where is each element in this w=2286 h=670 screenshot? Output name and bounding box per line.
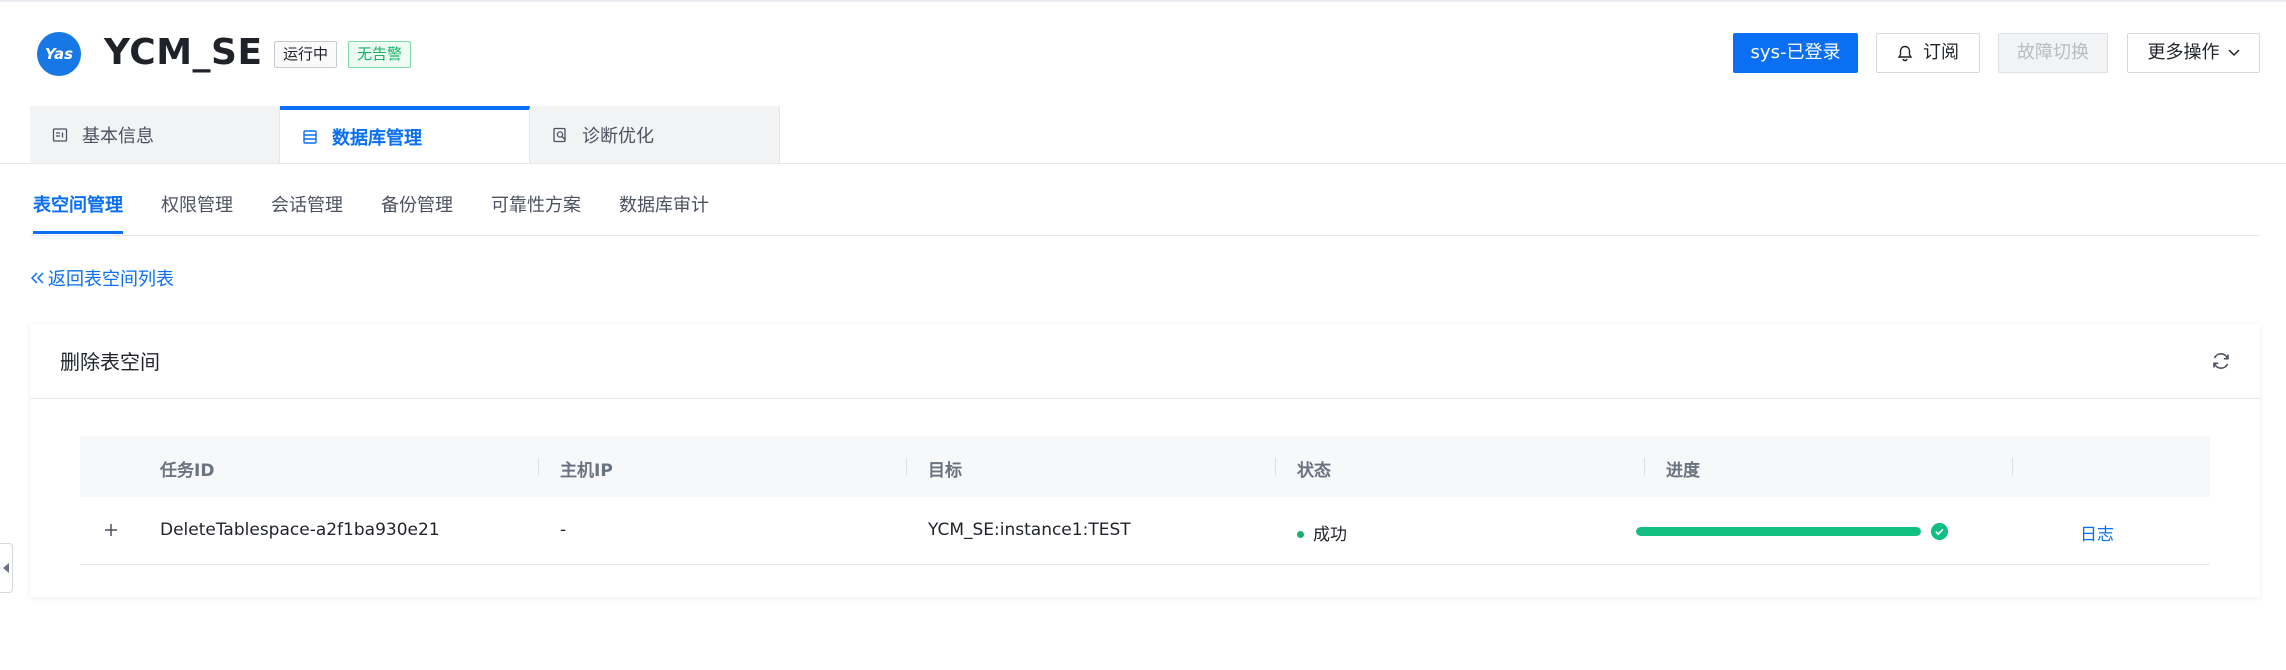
instance-header: Yas YCM_SE 运行中 无告警 sys-已登录 订阅 故障切换 更多操作: [0, 0, 2286, 106]
log-link[interactable]: 日志: [2080, 520, 2114, 545]
info-card-icon: [52, 128, 68, 142]
progress-bar-fill: [1636, 527, 1921, 536]
status-text: 成功: [1313, 525, 1347, 545]
subtab-audit[interactable]: 数据库审计: [619, 188, 709, 236]
yas-logo: Yas: [37, 32, 81, 76]
main-tabs: 基本信息 数据库管理 诊断优化: [30, 106, 780, 164]
table-header: 任务ID 主机IP 目标 状态 进度: [80, 436, 2210, 497]
col-task-id: 任务ID: [160, 461, 215, 481]
task-table: 任务ID 主机IP 目标 状态 进度 DeleteTablespace-a2f1…: [80, 436, 2210, 565]
subscribe-label: 订阅: [1923, 42, 1959, 63]
more-actions-label: 更多操作: [2147, 42, 2220, 63]
sidebar-collapse-handle[interactable]: [0, 543, 13, 593]
target-cell: YCM_SE:instance1:TEST: [928, 520, 1131, 540]
tab-basic-info[interactable]: 基本信息: [30, 106, 280, 164]
column-separator: [906, 458, 907, 476]
login-status-button[interactable]: sys-已登录: [1733, 33, 1858, 73]
progress-bar: [1636, 527, 1921, 536]
refresh-icon[interactable]: [2210, 350, 2232, 372]
subtab-reliability[interactable]: 可靠性方案: [491, 188, 581, 236]
back-link-label: 返回表空间列表: [48, 269, 174, 290]
subtab-tablespace[interactable]: 表空间管理: [33, 188, 123, 236]
back-to-tablespace-list-link[interactable]: 返回表空间列表: [30, 265, 174, 291]
check-circle-icon: [1931, 523, 1948, 540]
tab-diagnose-optimize[interactable]: 诊断优化: [530, 106, 780, 164]
task-id-cell: DeleteTablespace-a2f1ba930e21: [160, 520, 440, 540]
tab-diagnose-optimize-label: 诊断优化: [582, 126, 654, 147]
table-row: DeleteTablespace-a2f1ba930e21 - YCM_SE:i…: [80, 497, 2210, 565]
card-header: 删除表空间: [30, 324, 2260, 399]
column-separator: [538, 458, 539, 476]
double-chevron-left-icon: [30, 272, 44, 284]
subtab-permissions[interactable]: 权限管理: [161, 188, 233, 236]
column-separator: [1275, 458, 1276, 476]
bell-icon: [1897, 45, 1913, 61]
subscribe-button[interactable]: 订阅: [1876, 33, 1980, 73]
tab-database-management-label: 数据库管理: [332, 128, 422, 149]
failover-button[interactable]: 故障切换: [1998, 33, 2108, 73]
status-badge: 运行中: [274, 41, 338, 68]
col-target: 目标: [928, 461, 962, 481]
database-icon: [303, 130, 317, 144]
status-cell: 成功: [1297, 520, 1347, 545]
col-host-ip: 主机IP: [560, 461, 613, 481]
chevron-down-icon: [2227, 49, 2240, 57]
instance-name: YCM_SE: [104, 32, 263, 73]
sub-tabs-divider: [30, 235, 2260, 236]
sub-tabs: 表空间管理 权限管理 会话管理 备份管理 可靠性方案 数据库审计: [33, 188, 709, 236]
status-success-dot: [1297, 531, 1304, 538]
col-progress: 进度: [1666, 461, 1700, 481]
more-actions-button[interactable]: 更多操作: [2127, 33, 2260, 73]
col-status: 状态: [1297, 461, 1331, 481]
card-title: 删除表空间: [60, 350, 160, 374]
diagnose-icon: [553, 127, 566, 143]
caret-left-icon: [2, 563, 9, 573]
tab-basic-info-label: 基本信息: [82, 126, 154, 147]
host-ip-cell: -: [560, 520, 567, 540]
column-separator: [2012, 458, 2013, 476]
tab-database-management[interactable]: 数据库管理: [280, 106, 530, 164]
expand-plus-icon[interactable]: [100, 515, 122, 545]
delete-tablespace-card: 删除表空间 任务ID 主机IP 目标 状态 进度 DeleteTablespac…: [30, 324, 2260, 597]
subtab-backup[interactable]: 备份管理: [381, 188, 453, 236]
subtab-sessions[interactable]: 会话管理: [271, 188, 343, 236]
main-tabs-divider: [0, 163, 2286, 164]
column-separator: [1644, 458, 1645, 476]
alarm-badge: 无告警: [348, 41, 412, 68]
